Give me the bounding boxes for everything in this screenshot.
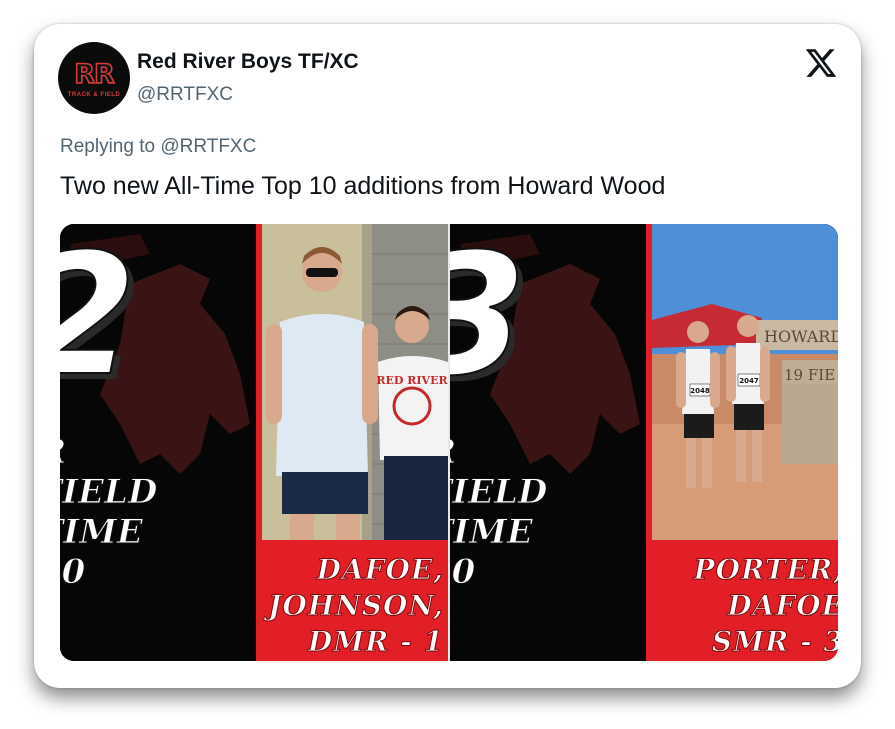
tweet-text: Two new All-Time Top 10 additions from H… bbox=[60, 172, 666, 200]
graphic-left-1: 2 R FIELD TIME 10 bbox=[60, 224, 256, 661]
bib-number: 2047 bbox=[739, 377, 759, 385]
author-name[interactable]: Red River Boys TF/XC bbox=[137, 50, 359, 74]
headline-line: FIELD bbox=[450, 472, 548, 513]
headline-line: R bbox=[60, 432, 157, 473]
replying-to[interactable]: Replying to @RRTFXC bbox=[60, 136, 256, 158]
sign-text: 19 FIE bbox=[784, 366, 835, 384]
avatar-monogram: RR bbox=[73, 58, 115, 91]
author-handle[interactable]: @RRTFXC bbox=[137, 84, 233, 106]
sign-text: HOWARD bbox=[764, 327, 838, 346]
tweet-media[interactable]: 2 R FIELD TIME 10 bbox=[60, 224, 838, 661]
athlete-photo-1: RED RIVER bbox=[262, 224, 448, 540]
caption-line: DAFOE bbox=[727, 589, 838, 623]
headline-stack: R FIELD TIME 10 bbox=[60, 432, 158, 593]
headline-line: FIELD bbox=[60, 472, 158, 513]
shirt-text: RED RIVER bbox=[376, 374, 448, 387]
caption-text: DAFOE, JOHNSON, DMR - 1 bbox=[268, 552, 444, 660]
caption-text: PORTER, DAFOE SMR - 3 bbox=[693, 552, 838, 660]
graphic-left-2: 3 R FIELD TIME 10 bbox=[450, 224, 646, 661]
caption-line: PORTER, bbox=[693, 553, 838, 587]
athlete-photo-2: HOWARD 19 FIE 2048 2047 bbox=[652, 224, 838, 540]
rank-number: 3 bbox=[450, 229, 528, 401]
headline-stack: R FIELD TIME 10 bbox=[450, 432, 548, 593]
headline-line: 10 bbox=[60, 552, 86, 593]
rank-number: 2 bbox=[60, 229, 138, 401]
avatar[interactable]: RR TRACK & FIELD bbox=[58, 42, 130, 114]
avatar-subtitle: TRACK & FIELD bbox=[67, 92, 121, 98]
headline-line: 10 bbox=[450, 552, 476, 593]
tweet-card: RR TRACK & FIELD Red River Boys TF/XC @R… bbox=[34, 24, 861, 688]
headline-line: TIME bbox=[60, 512, 143, 553]
caption-line: DMR - 1 bbox=[307, 625, 444, 659]
caption-line: JOHNSON, bbox=[268, 589, 444, 623]
caption-block-2: PORTER, DAFOE SMR - 3 bbox=[652, 540, 838, 661]
bib-number: 2048 bbox=[690, 387, 710, 395]
media-image-1[interactable]: 2 R FIELD TIME 10 bbox=[60, 224, 448, 661]
headline-line: TIME bbox=[450, 512, 533, 553]
caption-line: DAFOE, bbox=[316, 553, 444, 587]
caption-block-1: DAFOE, JOHNSON, DMR - 1 bbox=[262, 540, 448, 661]
media-image-2[interactable]: 3 R FIELD TIME 10 bbox=[450, 224, 838, 661]
x-logo-icon[interactable] bbox=[804, 46, 838, 80]
headline-line: R bbox=[450, 432, 547, 473]
caption-line: SMR - 3 bbox=[711, 625, 838, 659]
